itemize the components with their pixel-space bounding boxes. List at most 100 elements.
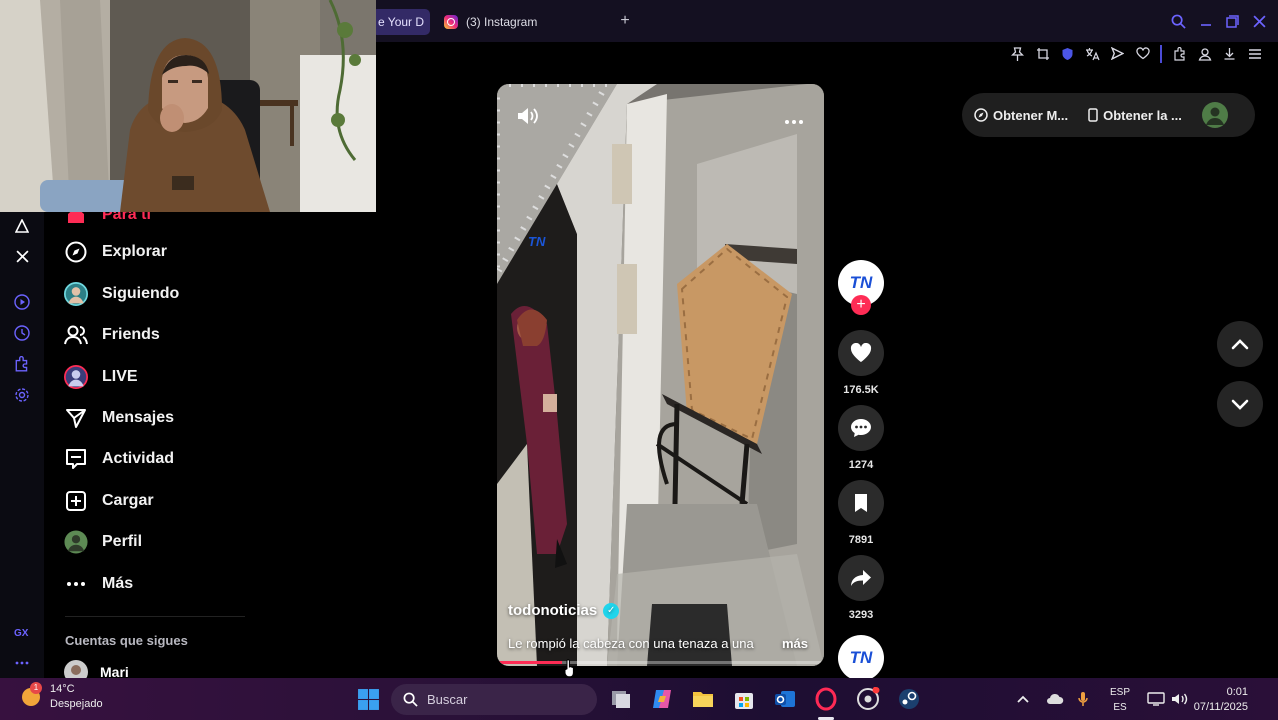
history-icon[interactable] bbox=[12, 323, 32, 343]
weather-sun-icon: 1 bbox=[22, 682, 42, 706]
microphone-icon[interactable] bbox=[1078, 691, 1088, 707]
caption-text: Le rompió la cabeza con una tenaza a una bbox=[508, 636, 754, 651]
nav-label: Más bbox=[102, 575, 134, 592]
clock-date: 07/11/2025 bbox=[1193, 701, 1248, 713]
menu-icon[interactable] bbox=[1245, 44, 1264, 63]
get-mobile-app-button[interactable]: Obtener la ... bbox=[1088, 108, 1182, 123]
vpn-shield-icon[interactable] bbox=[1058, 44, 1077, 63]
chrome-like-icon[interactable] bbox=[856, 687, 880, 711]
heart-icon[interactable] bbox=[1133, 44, 1152, 63]
bookmark-icon bbox=[855, 494, 867, 512]
player-icon[interactable] bbox=[12, 292, 32, 312]
next-video-button[interactable] bbox=[1217, 381, 1263, 427]
minimize-icon[interactable] bbox=[1192, 10, 1219, 32]
video-progress-fill bbox=[497, 661, 563, 664]
weather-widget[interactable]: 1 14°C Despejado bbox=[22, 682, 103, 712]
friends-icon bbox=[64, 323, 88, 347]
nav-item-explorar[interactable]: Explorar bbox=[64, 237, 167, 267]
aria-icon[interactable] bbox=[12, 216, 32, 236]
new-tab-button[interactable]: + bbox=[615, 11, 635, 31]
file-explorer-icon[interactable] bbox=[691, 687, 715, 711]
share-button[interactable] bbox=[838, 555, 884, 601]
video-author[interactable]: todonoticias ✓ bbox=[508, 602, 620, 619]
screen: e Your D (3) Instagram + GX Para ti Expl… bbox=[0, 0, 1278, 720]
verified-icon: ✓ bbox=[603, 602, 620, 619]
gx-icon[interactable]: GX bbox=[12, 622, 32, 642]
restore-icon[interactable] bbox=[1219, 10, 1246, 32]
nav-item-siguiendo[interactable]: Siguiendo bbox=[64, 279, 179, 309]
user-avatar[interactable] bbox=[1201, 102, 1228, 128]
share-action[interactable]: 3293 bbox=[838, 555, 884, 621]
extensions-sidebar-icon[interactable] bbox=[12, 354, 32, 374]
video-progress-bar[interactable] bbox=[497, 661, 824, 664]
account-icon[interactable] bbox=[1195, 44, 1214, 63]
snapshot-icon[interactable] bbox=[1033, 44, 1052, 63]
windows-start-icon[interactable] bbox=[357, 688, 380, 711]
settings-icon[interactable] bbox=[12, 385, 32, 405]
sound-avatar: TN bbox=[838, 635, 884, 681]
video-player[interactable]: TN todonoticias ✓ Le rompió la cabeza co… bbox=[497, 84, 824, 666]
temperature: 14°C bbox=[50, 683, 75, 695]
copilot-icon[interactable] bbox=[650, 687, 674, 711]
like-button[interactable] bbox=[838, 330, 884, 376]
tab-label: (3) Instagram bbox=[466, 15, 538, 29]
nav-label: Explorar bbox=[102, 243, 167, 260]
music-disc[interactable]: TN bbox=[838, 635, 884, 681]
tab-instagram[interactable]: (3) Instagram bbox=[440, 9, 600, 35]
nav-item-friends[interactable]: Friends bbox=[64, 320, 160, 350]
comment-button[interactable] bbox=[838, 405, 884, 451]
task-view-icon[interactable] bbox=[609, 687, 633, 711]
nav-item-cargar[interactable]: Cargar bbox=[64, 486, 154, 516]
caption-more-link[interactable]: más bbox=[782, 636, 808, 651]
windows-taskbar: 1 14°C Despejado Buscar ESP ES 0:01 07/1… bbox=[0, 678, 1278, 720]
author-avatar-block[interactable]: TN + bbox=[838, 260, 884, 320]
follow-button[interactable]: + bbox=[851, 295, 871, 315]
nav-item-live[interactable]: LIVE bbox=[64, 362, 138, 392]
volume-icon[interactable] bbox=[517, 106, 539, 131]
taskbar-search[interactable]: Buscar bbox=[391, 684, 597, 715]
get-app-button[interactable]: Obtener M... bbox=[974, 108, 1068, 123]
profile-avatar bbox=[64, 530, 88, 554]
nav-label: Mensajes bbox=[102, 409, 175, 426]
extensions-icon[interactable] bbox=[1170, 44, 1189, 63]
nav-item-perfil[interactable]: Perfil bbox=[64, 527, 142, 557]
nav-item-mensajes[interactable]: Mensajes bbox=[64, 403, 174, 433]
onedrive-icon[interactable] bbox=[1046, 693, 1064, 705]
nav-label: Friends bbox=[102, 326, 160, 343]
system-icons[interactable] bbox=[1147, 678, 1189, 720]
previous-video-button[interactable] bbox=[1217, 321, 1263, 367]
outlook-icon[interactable] bbox=[773, 687, 797, 711]
nav-item-mas[interactable]: Más bbox=[64, 569, 133, 599]
following-avatar bbox=[64, 282, 88, 306]
more-options-icon[interactable] bbox=[784, 112, 804, 130]
send-icon[interactable] bbox=[1108, 44, 1127, 63]
save-button[interactable] bbox=[838, 480, 884, 526]
translate-icon[interactable] bbox=[1083, 44, 1102, 63]
like-action[interactable]: 176.5K bbox=[838, 330, 884, 396]
more-dots-icon[interactable] bbox=[12, 653, 32, 673]
share-icon bbox=[851, 570, 871, 586]
pin-icon[interactable] bbox=[1008, 44, 1027, 63]
get-app-label: Obtener M... bbox=[993, 107, 1069, 123]
compass-icon bbox=[64, 240, 88, 264]
chevron-up-tray-icon[interactable] bbox=[1016, 694, 1030, 704]
store-icon[interactable] bbox=[732, 687, 756, 711]
comment-action[interactable]: 1274 bbox=[838, 405, 884, 471]
keyboard-layout: ES bbox=[1113, 702, 1127, 713]
language-indicator[interactable]: ESP ES bbox=[1110, 685, 1130, 715]
opera-gx-icon[interactable] bbox=[814, 687, 838, 711]
download-icon[interactable] bbox=[1220, 44, 1239, 63]
toolbar-separator bbox=[1160, 44, 1162, 63]
instagram-icon bbox=[444, 15, 458, 29]
compass-small-icon bbox=[974, 108, 988, 122]
steam-icon[interactable] bbox=[897, 687, 921, 711]
close-icon[interactable] bbox=[1246, 10, 1273, 32]
heart-icon bbox=[850, 343, 872, 362]
search-icon[interactable] bbox=[1165, 10, 1192, 32]
nav-item-actividad[interactable]: Actividad bbox=[64, 444, 174, 474]
webcam-overlay bbox=[0, 0, 376, 212]
clock[interactable]: 0:01 07/11/2025 bbox=[1194, 685, 1248, 715]
x-twitter-icon[interactable] bbox=[12, 246, 32, 266]
save-action[interactable]: 7891 bbox=[838, 480, 884, 546]
tab-active[interactable]: e Your D bbox=[372, 9, 430, 35]
